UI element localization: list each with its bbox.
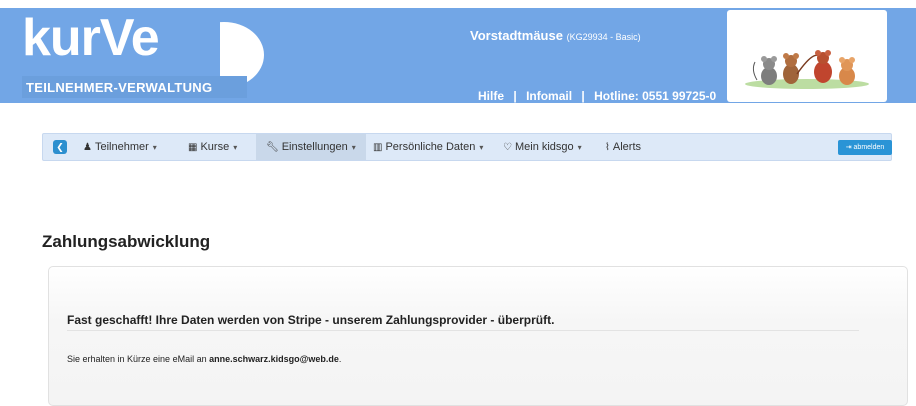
nav-label-teilnehmer: Teilnehmer — [94, 141, 149, 153]
mascot-image — [727, 10, 887, 102]
logo-text: kurVe — [22, 9, 160, 67]
home-circle-icon[interactable]: ❮ — [53, 140, 67, 154]
header-banner: kurVe TEILNEHMER-VERWALTUNG Vorstadtmäus… — [0, 8, 916, 103]
header-right-strip — [887, 8, 916, 103]
header-links: Hilfe | Infomail | Hotline: 0551 99725-0 — [475, 89, 719, 103]
logout-button[interactable]: ⇥ abmelden — [838, 140, 892, 155]
nav-item-kurse[interactable]: ▦ Kurse ▾ — [188, 134, 237, 160]
logout-label: abmelden — [853, 144, 885, 151]
nav-item-mein-kidsgo[interactable]: ♡ Mein kidsgo ▾ — [503, 134, 582, 160]
status-panel: Fast geschafft! Ihre Daten werden von St… — [48, 266, 908, 406]
main-navbar: ❮ ♟ Teilnehmer ▾ ▦ Kurse ▾ 🔧︎ Einstellungen ▾ … — [42, 133, 892, 161]
organization-title: Vorstadtmäuse (KG29934 - Basic) — [470, 28, 641, 43]
chevron-down-icon: ▾ — [152, 143, 157, 152]
hotline-link[interactable]: Hotline: 0551 99725-0 — [594, 89, 716, 103]
panel-title: Fast geschafft! Ihre Daten werden von St… — [67, 313, 555, 327]
chevron-down-icon: ▾ — [351, 143, 356, 152]
nav-label-einstellungen: Einstellungen — [281, 141, 348, 153]
infomail-link[interactable]: Infomail — [526, 89, 572, 103]
message-prefix: Sie erhalten in Kürze eine eMail an — [67, 354, 210, 364]
chevron-down-icon: ▾ — [233, 143, 238, 152]
wrench-icon: 🔧︎ — [266, 142, 279, 153]
panel-message: Sie erhalten in Kürze eine eMail an anne… — [67, 354, 341, 364]
email-address: anne.schwarz.kidsgo@web.de — [209, 354, 339, 364]
divider — [67, 330, 859, 331]
nav-item-teilnehmer[interactable]: ♟ Teilnehmer ▾ — [83, 134, 157, 160]
nav-label-kurse: Kurse — [200, 141, 230, 153]
message-suffix: . — [338, 354, 342, 364]
rss-icon: ⌇ — [605, 142, 610, 153]
chevron-down-icon: ▾ — [577, 143, 582, 152]
nav-item-einstellungen[interactable]: 🔧︎ Einstellungen ▾ — [256, 134, 366, 160]
mice-illustration-icon — [745, 50, 869, 89]
nav-label-alerts: Alerts — [612, 141, 642, 153]
nav-item-alerts[interactable]: ⌇ Alerts — [605, 134, 641, 160]
calendar-icon: ▦ — [188, 142, 198, 153]
logo-subtitle: TEILNEHMER-VERWALTUNG — [26, 80, 213, 95]
link-separator: | — [513, 89, 517, 103]
kurve-logo[interactable]: kurVe TEILNEHMER-VERWALTUNG — [22, 9, 292, 98]
page-title: Zahlungsabwicklung — [42, 232, 211, 251]
chevron-down-icon: ▾ — [479, 143, 484, 152]
link-separator: | — [581, 89, 585, 103]
logout-icon: ⇥ — [845, 144, 854, 151]
organization-name: Vorstadtmäuse — [470, 28, 563, 43]
help-link[interactable]: Hilfe — [478, 89, 504, 103]
nav-label-persoenliche-daten: Persönliche Daten — [385, 141, 476, 153]
barcode-icon: ▥ — [373, 142, 383, 153]
user-icon: ♟ — [83, 142, 92, 153]
nav-label-mein-kidsgo: Mein kidsgo — [514, 141, 574, 153]
organization-meta: (KG29934 - Basic) — [566, 32, 641, 42]
nav-item-persoenliche-daten[interactable]: ▥ Persönliche Daten ▾ — [373, 134, 483, 160]
heart-icon: ♡ — [503, 142, 512, 153]
